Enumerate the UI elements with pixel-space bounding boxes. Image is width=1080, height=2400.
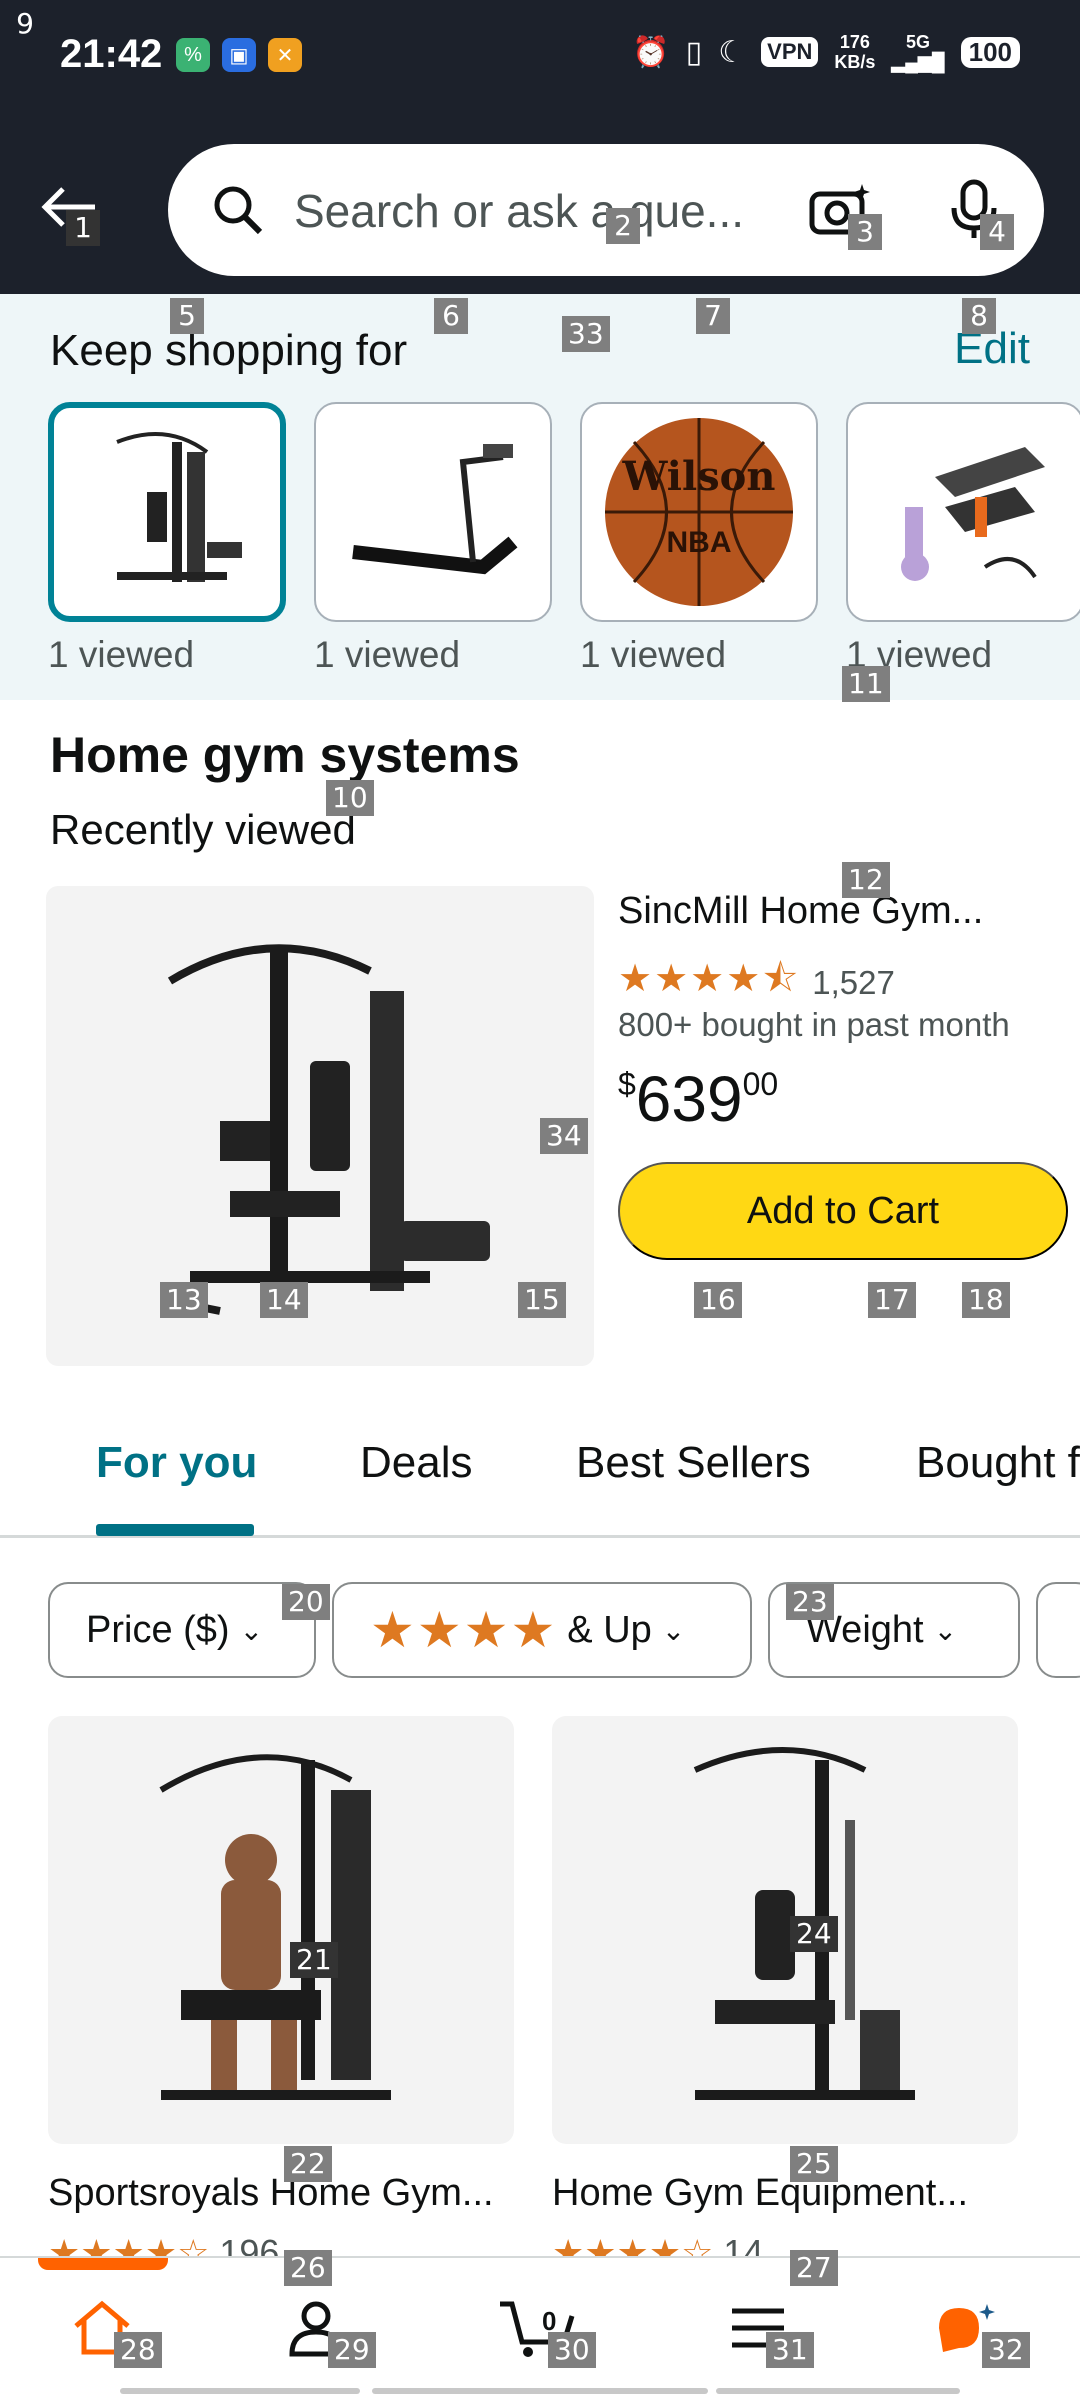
star-rating-icon: ★★★★ <box>370 1602 558 1658</box>
basketball-league-text: NBA <box>667 526 732 559</box>
more-filter-chip[interactable] <box>1036 1582 1080 1678</box>
vibrate-icon: ▯ <box>685 35 703 69</box>
overlay-label: 30 <box>548 2332 596 2368</box>
overlay-label: 4 <box>980 214 1014 250</box>
overlay-label: 13 <box>160 1282 208 1318</box>
overlay-label: 1 <box>66 210 100 246</box>
feed-tabs: For you Deals Best Sellers Bought f <box>0 1420 1080 1538</box>
overlay-label: 16 <box>694 1282 742 1318</box>
overlay-label: 11 <box>842 666 890 702</box>
product-price: $63900 <box>618 1063 779 1135</box>
overlay-label: 12 <box>842 862 890 898</box>
chevron-down-icon: ⌄ <box>661 1614 686 1646</box>
grid-product-title[interactable]: Sportsroyals Home Gym... <box>48 2172 518 2215</box>
overlay-label: 5 <box>170 298 204 334</box>
add-to-cart-button[interactable]: Add to Cart <box>618 1162 1068 1260</box>
overlay-label: 22 <box>284 2146 332 2182</box>
overlay-label: 10 <box>326 780 374 816</box>
app-notification-icon: % <box>176 38 210 72</box>
keep-shopping-item[interactable]: 1 viewed <box>48 402 286 676</box>
rating-filter-chip[interactable]: ★★★★ & Up ⌄ <box>332 1582 752 1678</box>
overlay-label: 2 <box>606 208 640 244</box>
status-time: 21:42 <box>60 32 163 76</box>
status-app-icons: % ▣ ✕ <box>176 38 302 72</box>
chevron-down-icon: ⌄ <box>933 1614 958 1646</box>
active-tab-indicator <box>96 1524 254 1536</box>
gesture-bar <box>120 2388 360 2394</box>
overlay-label: 20 <box>282 1584 330 1620</box>
status-bar: 21:42 % ▣ ✕ ⏰ ▯ ☾ VPN 176 KB/s 5G ▂▄▆█ 10… <box>0 0 1080 110</box>
grid-product-title[interactable]: Home Gym Equipment... <box>552 2172 1022 2215</box>
app-notification-icon: ▣ <box>222 38 256 72</box>
overlay-label: 6 <box>434 298 468 334</box>
bottom-navigation: 0 <box>0 2256 1080 2400</box>
section-title: Home gym systems <box>50 727 520 783</box>
overlay-label: 28 <box>114 2332 162 2368</box>
tab-best-sellers[interactable]: Best Sellers <box>576 1438 811 1488</box>
price-filter-chip[interactable]: Price ($) ⌄ <box>48 1582 316 1678</box>
gesture-bar <box>716 2388 960 2394</box>
search-input[interactable]: Search or ask a que... <box>294 184 814 238</box>
overlay-label: 26 <box>284 2250 332 2286</box>
chevron-down-icon: ⌄ <box>239 1614 264 1646</box>
product-title[interactable]: SincMill Home Gym... <box>618 890 1038 933</box>
vpn-badge: VPN <box>761 37 819 67</box>
top-bar: 21:42 % ▣ ✕ ⏰ ▯ ☾ VPN 176 KB/s 5G ▂▄▆█ 10… <box>0 0 1080 294</box>
filter-chips: Price ($) ⌄ ★★★★ & Up ⌄ Weight ⌄ <box>48 1582 1080 1678</box>
keep-shopping-item[interactable]: Wilson NBA 1 viewed <box>580 402 818 676</box>
tab-for-you[interactable]: For you <box>96 1438 257 1488</box>
bought-count: 800+ bought in past month <box>618 1006 1010 1043</box>
keep-shopping-title: Keep shopping for <box>50 326 408 375</box>
basketball-brand-text: Wilson <box>622 453 776 500</box>
overlay-label: 33 <box>562 316 610 352</box>
overlay-label: 24 <box>790 1916 838 1952</box>
overlay-label: 7 <box>696 298 730 334</box>
status-indicators: ⏰ ▯ ☾ VPN 176 KB/s 5G ▂▄▆█ 100 <box>632 32 1020 72</box>
gesture-bar <box>372 2388 708 2394</box>
keep-shopping-section: Keep shopping for Edit 1 viewed 1 viewed… <box>0 294 1080 700</box>
tab-deals[interactable]: Deals <box>360 1438 473 1488</box>
treadmill-image <box>314 402 552 622</box>
overlay-label: 29 <box>328 2332 376 2368</box>
overlay-label: 17 <box>868 1282 916 1318</box>
moon-icon: ☾ <box>718 35 746 69</box>
keep-shopping-item[interactable]: 1 viewed <box>846 402 1080 676</box>
search-icon <box>214 186 263 235</box>
rating-count: 1,527 <box>812 963 895 1001</box>
alarm-icon: ⏰ <box>632 35 670 69</box>
overlay-label: 23 <box>786 1584 834 1620</box>
app-notification-icon: ✕ <box>268 38 302 72</box>
grid-product-image[interactable] <box>552 1716 1018 2144</box>
overlay-label: 18 <box>962 1282 1010 1318</box>
overlay-label: 9 <box>16 7 34 40</box>
overlay-label: 8 <box>962 298 996 334</box>
active-nav-indicator <box>38 2258 168 2270</box>
grid-product-image[interactable] <box>48 1716 514 2144</box>
overlay-label: 34 <box>540 1118 588 1154</box>
overlay-label: 25 <box>790 2146 838 2182</box>
keep-shopping-carousel[interactable]: 1 viewed 1 viewed Wilson NBA 1 viewed 1 v… <box>48 402 1080 676</box>
overlay-label: 27 <box>790 2250 838 2286</box>
stepper-image <box>846 402 1080 622</box>
overlay-label: 3 <box>848 214 882 250</box>
battery-indicator: 100 <box>960 36 1020 68</box>
basketball-image: Wilson NBA <box>580 402 818 622</box>
product-image[interactable] <box>46 886 594 1366</box>
overlay-label: 32 <box>982 2332 1030 2368</box>
overlay-label: 14 <box>260 1282 308 1318</box>
signal-icon: 5G ▂▄▆█ <box>891 32 945 72</box>
overlay-label: 31 <box>766 2332 814 2368</box>
tab-bought-for[interactable]: Bought f <box>916 1438 1080 1488</box>
network-speed: 176 KB/s <box>834 32 876 72</box>
section-subtitle: Recently viewed <box>50 806 356 853</box>
keep-shopping-item[interactable]: 1 viewed <box>314 402 552 676</box>
overlay-label: 21 <box>290 1942 338 1978</box>
home-gym-image <box>48 402 286 622</box>
overlay-label: 15 <box>518 1282 566 1318</box>
